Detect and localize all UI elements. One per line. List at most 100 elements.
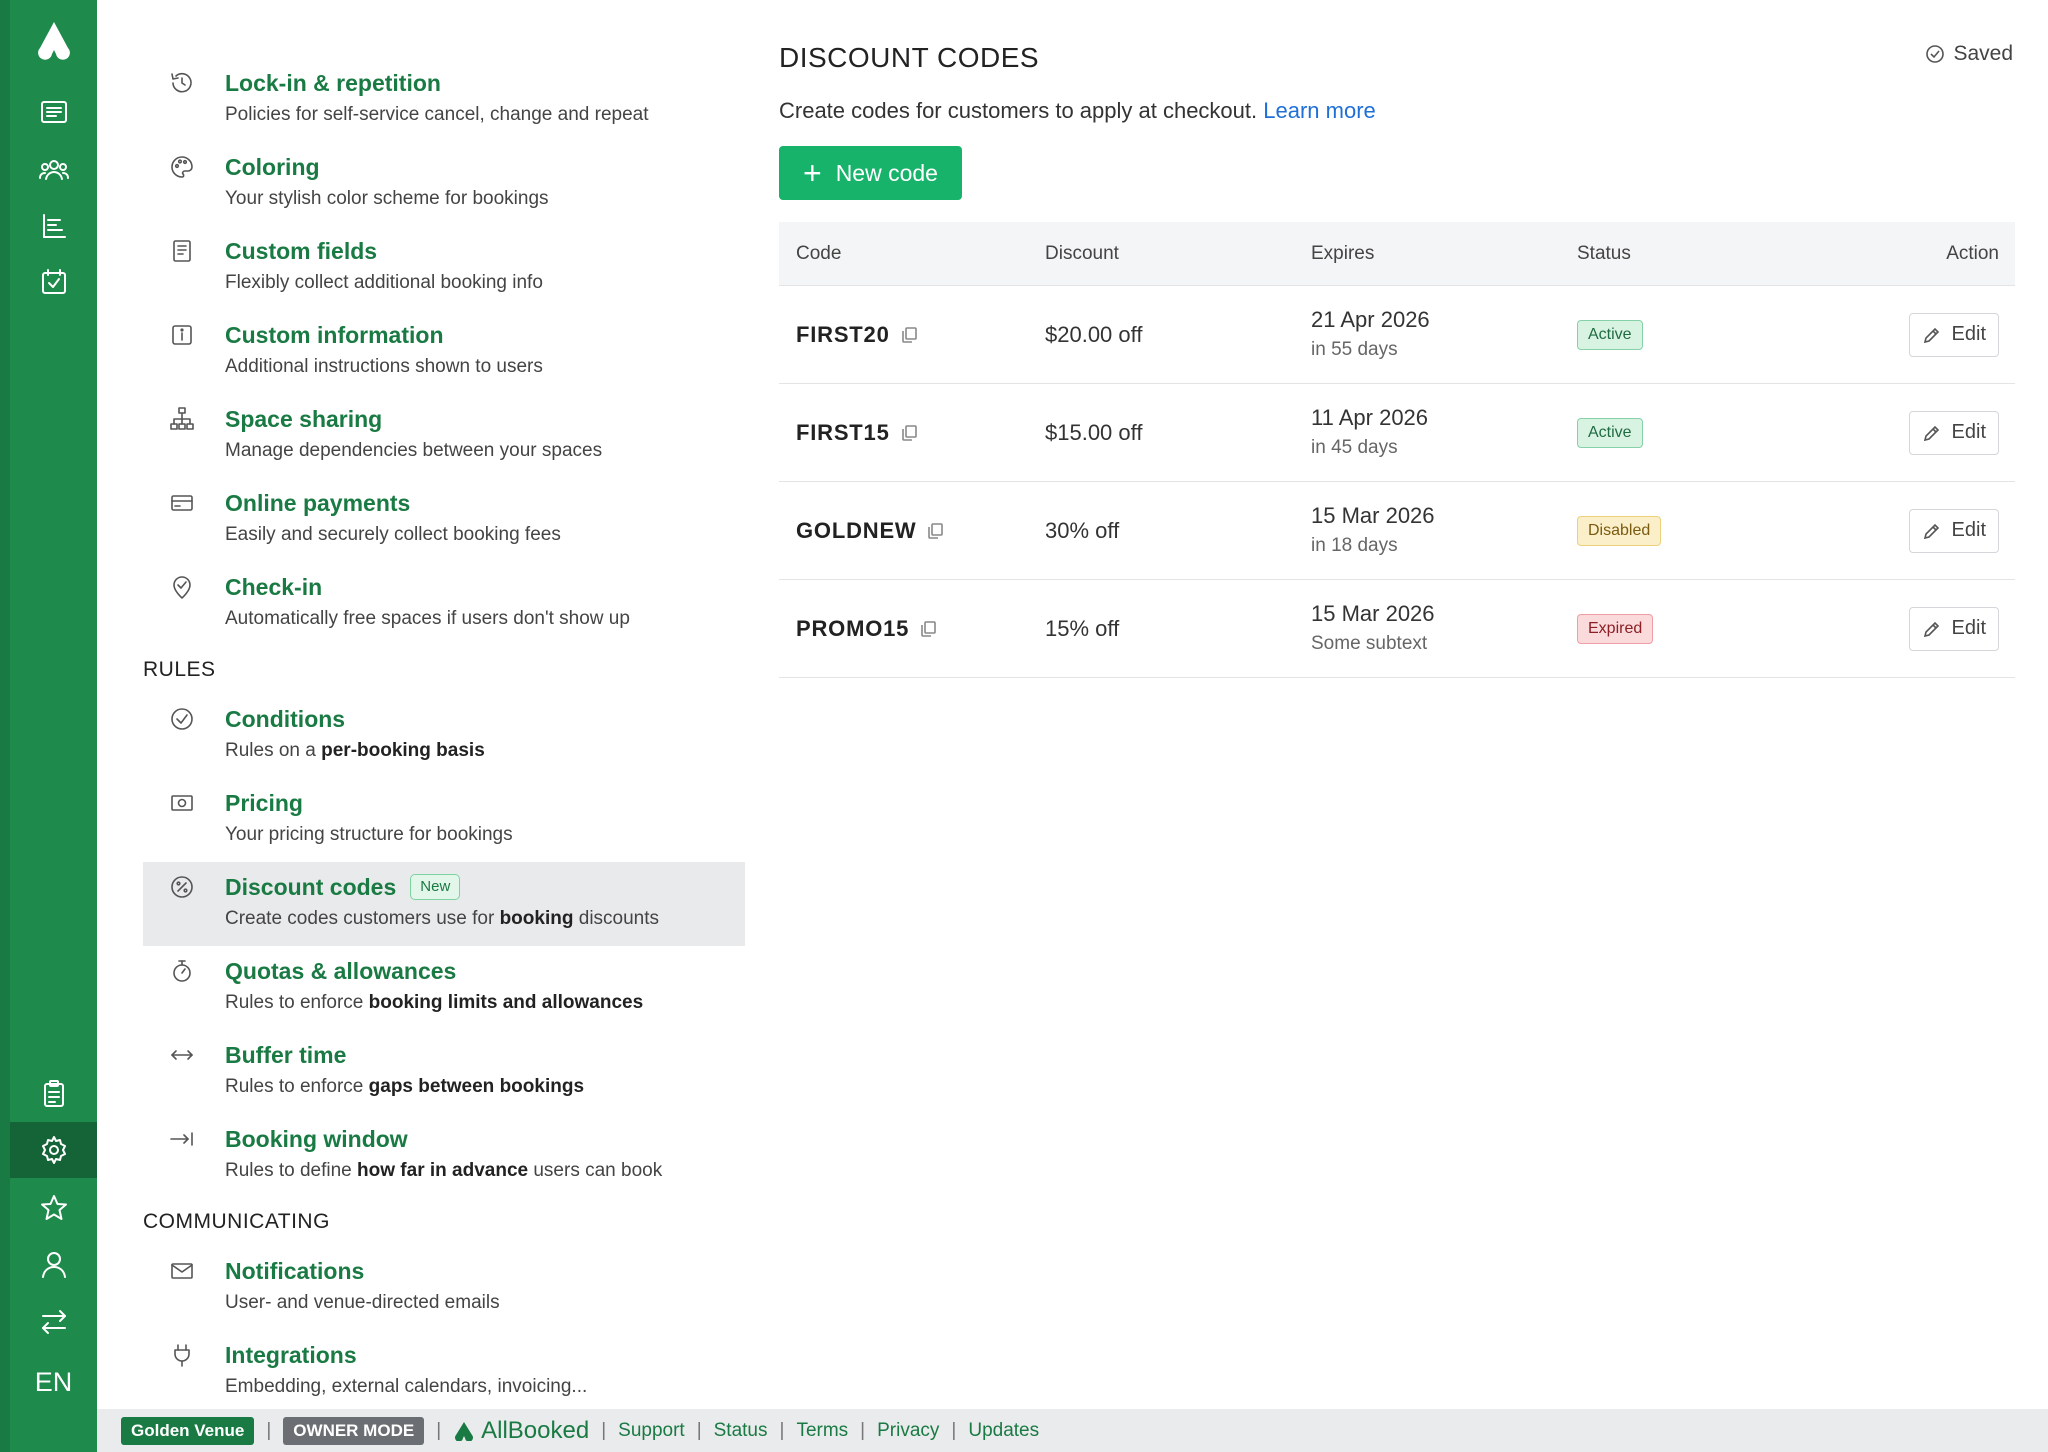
form-icon xyxy=(169,238,195,264)
discount-code: FIRST20 xyxy=(796,322,918,348)
copy-icon[interactable] xyxy=(919,620,937,638)
check-circle-icon xyxy=(169,706,195,732)
nav-item-pricing[interactable]: Pricing Your pricing structure for booki… xyxy=(143,778,745,862)
arrow-to-line-icon xyxy=(169,1126,195,1152)
nav-item-check-in[interactable]: Check-in Automatically free spaces if use… xyxy=(143,562,745,646)
pencil-icon xyxy=(1923,425,1939,441)
edit-button[interactable]: Edit xyxy=(1908,508,1999,553)
status-badge: Expired xyxy=(1577,613,1654,644)
footer-link-terms[interactable]: Terms xyxy=(796,1420,848,1442)
discount-percent-icon xyxy=(169,874,195,900)
status-badge: Disabled xyxy=(1577,515,1662,546)
expiry-subtext: in 55 days xyxy=(1311,338,1398,360)
settings-nav: Lock-in & repetition Policies for self-se… xyxy=(143,58,745,1414)
edit-button[interactable]: Edit xyxy=(1908,410,1999,455)
discount-amount: 30% off xyxy=(1045,517,1120,543)
table-row: FIRST15 $15.00 off 11 Apr 2026 in 45 days Ac… xyxy=(779,384,2015,482)
nav-item-desc: Your stylish color scheme for bookings xyxy=(225,188,549,209)
horizontal-arrows-icon xyxy=(169,1042,195,1068)
page-title: DISCOUNT CODES xyxy=(779,42,1040,73)
column-header-code[interactable]: Code xyxy=(779,243,1045,265)
page-intro: Create codes for customers to apply at c… xyxy=(779,98,1376,123)
nav-item-coloring[interactable]: Coloring Your stylish color scheme for bo… xyxy=(143,142,745,226)
nav-item-discount-codes[interactable]: Discount codes New Create codes customers… xyxy=(143,862,745,946)
history-icon xyxy=(169,70,195,96)
nav-item-space-sharing[interactable]: Space sharing Manage dependencies between… xyxy=(143,394,745,478)
nav-item-title: Integrations xyxy=(225,1342,357,1368)
app-logo-icon[interactable] xyxy=(10,12,97,68)
switch-arrows-icon[interactable] xyxy=(10,1294,97,1350)
new-code-button[interactable]: + New code xyxy=(779,146,962,200)
footer-separator: | xyxy=(266,1419,272,1441)
owner-mode-badge[interactable]: OWNER MODE xyxy=(283,1416,425,1445)
check-circle-icon xyxy=(1926,45,1945,63)
nav-item-title: Booking window xyxy=(225,1126,408,1152)
rules-section-heading: RULES xyxy=(143,658,216,681)
nav-item-desc: Policies for self-service cancel, change… xyxy=(225,104,649,125)
column-header-action: Action xyxy=(1946,242,1999,264)
nav-item-desc: Flexibly collect additional booking info xyxy=(225,272,543,293)
nav-item-desc: Easily and securely collect booking fees xyxy=(225,524,561,545)
footer-separator: | xyxy=(860,1419,866,1441)
saved-indicator: Saved xyxy=(1925,42,2013,66)
nav-item-title: Buffer time xyxy=(225,1042,347,1068)
nav-item-title: Notifications xyxy=(225,1258,365,1284)
footer-link-support[interactable]: Support xyxy=(618,1420,685,1442)
footer-separator: | xyxy=(601,1419,607,1441)
copy-icon[interactable] xyxy=(900,424,918,442)
learn-more-link[interactable]: Learn more xyxy=(1263,98,1376,123)
footer-link-status[interactable]: Status xyxy=(714,1420,768,1442)
nav-item-desc: Your pricing structure for bookings xyxy=(225,824,513,845)
nav-item-online-payments[interactable]: Online payments Easily and securely colle… xyxy=(143,478,745,562)
nav-item-custom-fields[interactable]: Custom fields Flexibly collect additional… xyxy=(143,226,745,310)
reports-icon[interactable] xyxy=(10,198,97,254)
column-header-status[interactable]: Status xyxy=(1577,243,1843,265)
settings-gear-icon[interactable] xyxy=(10,1122,97,1178)
nav-item-title: Online payments xyxy=(225,490,411,516)
column-header-expires[interactable]: Expires xyxy=(1311,243,1577,265)
nav-item-custom-information[interactable]: Custom information Additional instruction… xyxy=(143,310,745,394)
discount-amount: $15.00 off xyxy=(1045,419,1143,445)
copy-icon[interactable] xyxy=(900,326,918,344)
nav-item-notifications[interactable]: Notifications User- and venue-directed e… xyxy=(143,1246,745,1330)
nav-item-title: Coloring xyxy=(225,154,320,180)
nav-item-title: Space sharing xyxy=(225,406,383,432)
copy-icon[interactable] xyxy=(926,522,944,540)
footer-link-privacy[interactable]: Privacy xyxy=(877,1420,939,1442)
nav-item-booking-window[interactable]: Booking window Rules to define how far i… xyxy=(143,1114,745,1198)
status-badge: Active xyxy=(1577,417,1643,448)
edit-button[interactable]: Edit xyxy=(1908,606,1999,651)
nav-item-desc: Manage dependencies between your spaces xyxy=(225,440,603,461)
nav-item-buffer-time[interactable]: Buffer time Rules to enforce gaps betwee… xyxy=(143,1030,745,1114)
users-icon[interactable] xyxy=(10,142,97,198)
discount-codes-panel: DISCOUNT CODES Saved Create codes for cu… xyxy=(779,40,2015,678)
info-icon xyxy=(169,322,195,348)
nav-item-lock-in-repetition[interactable]: Lock-in & repetition Policies for self-se… xyxy=(143,58,745,142)
bookings-list-icon[interactable] xyxy=(10,84,97,140)
plug-icon xyxy=(169,1342,195,1368)
footer-separator: | xyxy=(779,1419,785,1441)
nav-item-integrations[interactable]: Integrations Embedding, external calenda… xyxy=(143,1330,745,1414)
discount-amount: 15% off xyxy=(1045,615,1120,641)
discount-code: PROMO15 xyxy=(796,616,937,642)
nav-item-desc: User- and venue-directed emails xyxy=(225,1292,500,1313)
brand-link[interactable]: AllBooked xyxy=(453,1417,589,1445)
footer-separator: | xyxy=(696,1419,702,1441)
nav-item-desc: Automatically free spaces if users don't… xyxy=(225,608,630,629)
venue-badge[interactable]: Golden Venue xyxy=(121,1416,255,1445)
location-check-icon xyxy=(169,574,195,600)
nav-item-conditions[interactable]: Conditions Rules on a per-booking basis xyxy=(143,694,745,778)
expiry-date: 15 Mar 2026 xyxy=(1311,600,1435,626)
footer-link-updates[interactable]: Updates xyxy=(968,1420,1039,1442)
account-icon[interactable] xyxy=(10,1236,97,1292)
edit-button[interactable]: Edit xyxy=(1908,312,1999,357)
column-header-discount[interactable]: Discount xyxy=(1045,243,1311,265)
clipboard-icon[interactable] xyxy=(10,1066,97,1122)
language-switcher[interactable]: EN xyxy=(10,1362,97,1402)
calendar-check-icon[interactable] xyxy=(10,254,97,310)
nav-item-title: Pricing xyxy=(225,790,303,816)
nav-item-quotas[interactable]: Quotas & allowances Rules to enforce boo… xyxy=(143,946,745,1030)
star-icon[interactable] xyxy=(10,1180,97,1236)
discount-codes-table: Code Discount Expires Status Action FIRS… xyxy=(779,222,2015,678)
plus-icon: + xyxy=(803,155,822,191)
